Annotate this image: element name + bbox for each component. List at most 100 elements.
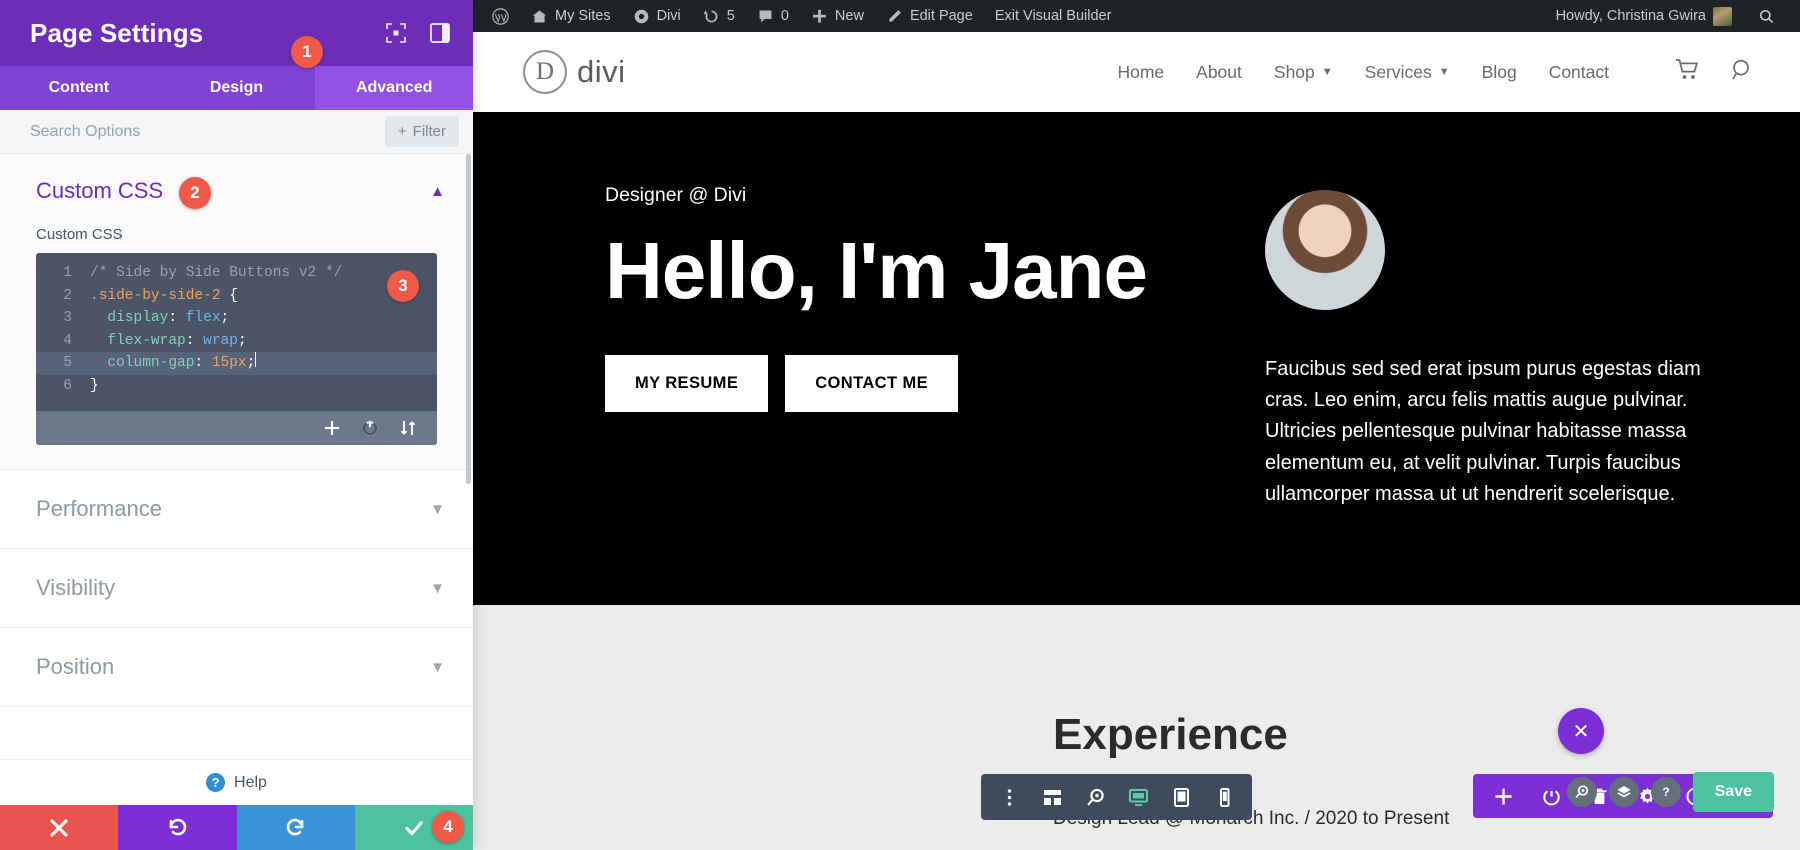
step-badge-4: 4 xyxy=(432,811,464,843)
section-custom-css-header[interactable]: Custom CSS ▲ xyxy=(0,154,473,226)
new-item[interactable]: New xyxy=(800,8,875,25)
search-icon[interactable] xyxy=(1730,58,1754,87)
code-line[interactable]: 1 /* Side by Side Buttons v2 */ xyxy=(36,262,437,285)
code-token: 15px xyxy=(212,352,247,375)
my-resume-button[interactable]: MY RESUME xyxy=(605,355,768,412)
expand-icon[interactable] xyxy=(385,22,407,44)
my-sites-label: My Sites xyxy=(555,8,611,24)
section-title: Custom CSS xyxy=(36,178,163,204)
exit-builder-label: Exit Visual Builder xyxy=(995,8,1112,24)
hero-heading: Hello, I'm Jane xyxy=(605,231,1205,311)
panel-body: Custom CSS ▲ Custom CSS 1 /* Side by Side… xyxy=(0,154,473,759)
code-token: ; xyxy=(238,330,247,353)
howdy-item[interactable]: Howdy, Christina Gwira xyxy=(1545,7,1743,26)
layout-icon[interactable] xyxy=(429,22,451,44)
code-token: display xyxy=(90,307,168,330)
filter-button[interactable]: + Filter xyxy=(385,116,459,147)
plus-icon[interactable] xyxy=(1479,774,1527,818)
step-badge-1: 1 xyxy=(291,36,323,68)
tablet-icon[interactable] xyxy=(1162,778,1200,816)
kebab-icon[interactable] xyxy=(990,778,1028,816)
save-button[interactable]: Save xyxy=(1693,772,1774,812)
close-icon[interactable]: ✕ xyxy=(1558,708,1604,754)
wireframe-icon[interactable] xyxy=(1033,778,1071,816)
svg-text:?: ? xyxy=(1662,785,1669,799)
tab-design[interactable]: Design xyxy=(158,66,316,110)
code-line[interactable]: 2.side-by-side-2 { xyxy=(36,285,437,308)
panel-scrollbar[interactable] xyxy=(466,154,471,484)
nav-item-services[interactable]: Services▼ xyxy=(1365,62,1450,83)
code-token: flex xyxy=(186,307,221,330)
chevron-up-icon[interactable]: ▲ xyxy=(430,184,445,199)
zoom-icon[interactable] xyxy=(1076,778,1114,816)
code-area[interactable]: 1 /* Side by Side Buttons v2 */2.side-by-… xyxy=(36,253,437,411)
screen-root: Page Settings Content Design Advanced xyxy=(0,0,1800,850)
nav-item-blog[interactable]: Blog xyxy=(1482,62,1517,83)
panel-tabs: Content Design Advanced xyxy=(0,66,473,110)
howdy-label: Howdy, Christina Gwira xyxy=(1556,8,1706,24)
custom-css-editor[interactable]: 1 /* Side by Side Buttons v2 */2.side-by-… xyxy=(36,253,437,445)
section-visibility[interactable]: Visibility ▼ xyxy=(0,549,473,628)
mobile-icon[interactable] xyxy=(1205,778,1243,816)
filter-label: Filter xyxy=(413,123,446,140)
nav-item-contact[interactable]: Contact xyxy=(1549,62,1609,83)
site-logo[interactable]: D divi xyxy=(523,50,626,94)
search-icon[interactable] xyxy=(1747,8,1786,25)
tab-content[interactable]: Content xyxy=(0,66,158,110)
exit-visual-builder-item[interactable]: Exit Visual Builder xyxy=(984,8,1123,24)
view-mode-toolbar xyxy=(981,774,1252,820)
chevron-down-icon[interactable]: ▼ xyxy=(430,581,445,596)
panel-header: Page Settings xyxy=(0,0,473,66)
help-icon[interactable]: ? xyxy=(1651,777,1681,807)
section-performance[interactable]: Performance ▼ xyxy=(0,470,473,549)
divi-item[interactable]: Divi xyxy=(622,8,692,25)
code-line[interactable]: 6} xyxy=(36,375,437,398)
zoom-icon[interactable] xyxy=(1567,777,1597,807)
comments-item[interactable]: 0 xyxy=(746,8,800,25)
power-icon[interactable] xyxy=(361,419,379,437)
undo-button[interactable] xyxy=(118,805,236,850)
hero-section: Designer @ Divi Hello, I'm Jane MY RESUM… xyxy=(473,112,1800,605)
hero-buttons: MY RESUME CONTACT ME xyxy=(605,355,1205,412)
code-editor-toolbar xyxy=(36,411,437,445)
search-input[interactable] xyxy=(30,123,385,141)
help-icon: ? xyxy=(206,773,225,792)
site-header: D divi Home About Shop▼ Services▼ Blog C… xyxy=(473,32,1800,112)
edit-page-item[interactable]: Edit Page xyxy=(875,8,984,25)
chevron-down-icon: ▼ xyxy=(1322,66,1333,78)
line-number: 6 xyxy=(46,375,72,398)
line-number: 1 xyxy=(46,262,72,285)
code-token: wrap xyxy=(203,330,238,353)
main-nav: Home About Shop▼ Services▼ Blog Contact xyxy=(1117,58,1754,87)
wordpress-icon[interactable] xyxy=(481,8,520,25)
code-token: /* Side by Side Buttons v2 */ xyxy=(90,262,342,285)
code-line[interactable]: 5 column-gap: 15px; xyxy=(36,352,437,375)
chevron-down-icon[interactable]: ▼ xyxy=(430,502,445,517)
layers-icon[interactable] xyxy=(1609,777,1639,807)
help-label: Help xyxy=(234,774,267,792)
updates-item[interactable]: 5 xyxy=(692,8,746,25)
nav-icons xyxy=(1675,58,1754,87)
code-token: ; xyxy=(247,352,256,375)
my-sites-item[interactable]: My Sites xyxy=(520,8,622,25)
sort-icon[interactable] xyxy=(399,419,417,437)
section-position[interactable]: Position ▼ xyxy=(0,628,473,707)
plus-icon[interactable] xyxy=(323,419,341,437)
nav-item-shop[interactable]: Shop▼ xyxy=(1274,62,1333,83)
nav-item-about[interactable]: About xyxy=(1196,62,1242,83)
code-line[interactable]: 3 display: flex; xyxy=(36,307,437,330)
help-row[interactable]: ? Help xyxy=(0,759,473,805)
chevron-down-icon[interactable]: ▼ xyxy=(430,660,445,675)
cancel-button[interactable] xyxy=(0,805,118,850)
nav-item-home[interactable]: Home xyxy=(1117,62,1164,83)
cart-icon[interactable] xyxy=(1675,58,1700,86)
logo-text: divi xyxy=(577,54,626,90)
code-line[interactable]: 4 flex-wrap: wrap; xyxy=(36,330,437,353)
desktop-icon[interactable] xyxy=(1119,778,1157,816)
redo-button[interactable] xyxy=(237,805,355,850)
admin-bar-right: Howdy, Christina Gwira xyxy=(1545,7,1786,26)
code-token: : xyxy=(168,307,185,330)
contact-me-button[interactable]: CONTACT ME xyxy=(785,355,958,412)
line-number: 5 xyxy=(46,352,72,375)
tab-advanced[interactable]: Advanced xyxy=(315,66,473,110)
